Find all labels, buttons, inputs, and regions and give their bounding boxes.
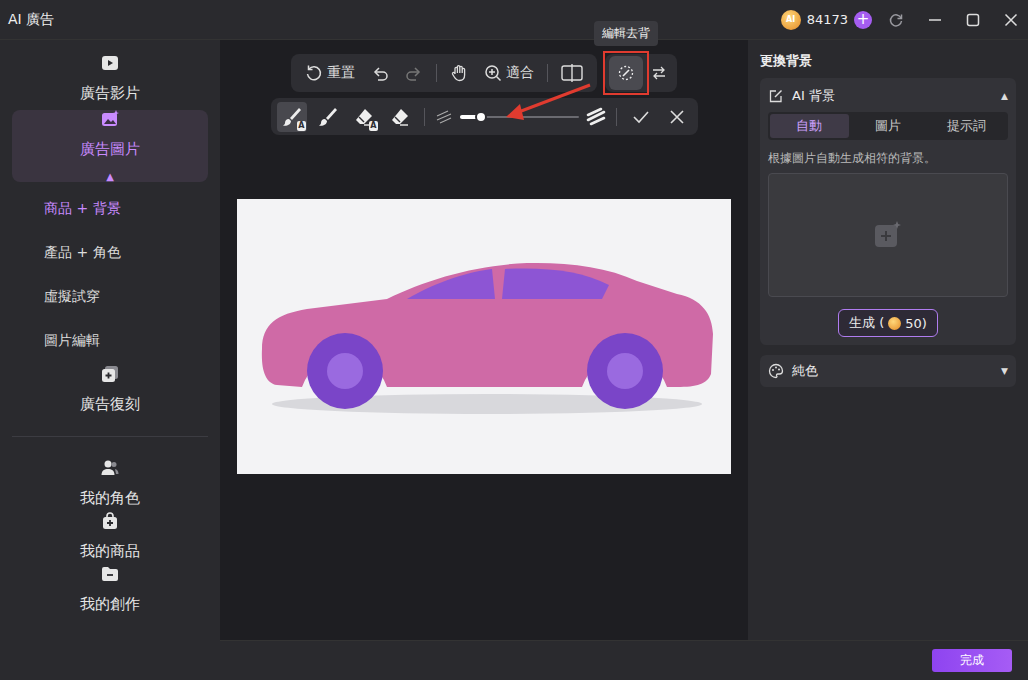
sidebar-item[interactable]: 我的商品 [12,512,208,561]
hand-icon [450,64,468,82]
tab-bar: 自動圖片提示詞 [768,112,1008,140]
annotation-arrow-icon [220,40,748,640]
title-bar: AI 廣告 AI 84173 + [0,0,1028,40]
eraser-tool[interactable]: A [349,102,379,132]
panel-title: 更換背景 [760,52,1016,70]
redo-button[interactable] [399,60,429,86]
sidebar-item[interactable]: 商品 + 背景 [12,189,208,229]
compare-button[interactable] [555,60,589,86]
image-icon [101,110,119,128]
solid-color-card[interactable]: 純色▼ [760,355,1016,387]
pan-button[interactable] [444,60,474,86]
swap-button[interactable] [645,61,673,85]
eraser-icon [389,106,411,128]
collapse-arrow[interactable]: ▲ [1001,91,1008,101]
window-title: AI 廣告 [8,11,54,29]
check-icon [632,108,650,126]
sidebar-item-label: 廣告影片 [80,84,140,103]
sidebar-item[interactable]: 廣告圖片 ▲ [12,110,208,182]
brush-toolbar: AA [271,98,698,135]
reset-icon [305,64,323,82]
ai-background-header[interactable]: AI 背景▲ [768,82,1008,110]
sidebar-item-label: 廣告圖片 [80,140,140,159]
redo-icon [405,64,423,82]
sidebar: 廣告影片廣告圖片 ▲ 商品 + 背景產品 + 角色虛擬試穿圖片編輯廣告復刻我的角色我… [0,40,220,680]
cutout-icon [617,64,635,82]
minimize-icon[interactable] [928,13,942,27]
bag-icon [101,512,119,530]
large-size-icon [585,107,607,127]
reset-button[interactable]: 重置 [299,60,361,86]
small-size-icon [434,108,454,126]
auto-badge: A [369,121,377,131]
edit-icon [768,88,784,104]
brush-tool[interactable]: A [277,102,307,132]
confirm-button[interactable] [626,102,656,132]
zoom-icon [484,64,502,82]
coin-icon: AI [781,10,801,30]
tooltip: 編輯去背 [594,21,658,46]
fit-button[interactable]: 適合 [478,60,540,86]
sidebar-item-label: 商品 + 背景 [44,200,194,218]
annotation-box [603,51,649,95]
brush-size-slider[interactable] [460,110,579,124]
sidebar-item-label: 我的角色 [80,489,140,508]
background-panel: 更換背景AI 背景▲自動圖片提示詞根據圖片自動生成相符的背景。生成 (50)純色… [748,40,1028,640]
view-toolbar: 重置 適合 [291,54,597,92]
sidebar-divider [12,436,208,437]
ai-background-card: AI 背景▲自動圖片提示詞根據圖片自動生成相符的背景。生成 (50) [760,78,1016,345]
credits-count: 84173 [807,12,848,27]
swap-icon [651,65,667,81]
sidebar-item-label: 虛擬試穿 [44,288,194,306]
description: 根據圖片自動生成相符的背景。 [768,150,1008,167]
generate-button[interactable]: 生成 (50) [838,309,938,337]
add-image-icon [873,220,903,250]
expand-arrow[interactable]: ▼ [1001,366,1008,376]
product-photo[interactable] [237,199,731,474]
tab[interactable]: 圖片 [849,114,928,138]
coin-icon [888,317,901,330]
add-credits-button[interactable]: + [854,11,872,29]
sidebar-item[interactable]: 廣告影片 [12,54,208,103]
user-icon [101,459,119,477]
sidebar-item-label: 廣告復刻 [80,395,140,414]
sidebar-item[interactable]: 我的創作 [12,565,208,614]
palette-icon [768,363,784,379]
sidebar-item[interactable]: 圖片編輯 [12,321,208,361]
slider-knob[interactable] [475,111,487,123]
brush-icon [317,106,339,128]
close-icon [669,109,685,125]
video-icon [101,54,119,72]
sidebar-item[interactable]: 廣告復刻 [12,365,208,414]
sidebar-item[interactable]: 我的角色 [12,459,208,508]
folder-icon [101,565,119,583]
cancel-button[interactable] [662,102,692,132]
tab[interactable]: 提示詞 [927,114,1006,138]
refresh-icon[interactable] [888,12,904,28]
undo-button[interactable] [365,60,395,86]
close-icon[interactable] [1004,13,1018,27]
compare-icon [561,64,583,82]
replicate-icon [101,365,119,383]
sidebar-item[interactable]: 虛擬試穿 [12,277,208,317]
auto-badge: A [297,121,305,131]
brush-tool[interactable] [313,102,343,132]
car-mask-icon [237,199,731,474]
sidebar-item-label: 我的商品 [80,542,140,561]
expand-arrow: ▲ [106,171,114,182]
footer-bar: 完成 [220,640,1028,680]
tab[interactable]: 自動 [770,114,849,138]
done-button[interactable]: 完成 [932,649,1012,672]
edit-cutout-button[interactable]: 編輯去背 [609,56,643,90]
sidebar-item-label: 我的創作 [80,595,140,614]
undo-icon [371,64,389,82]
sidebar-item-label: 產品 + 角色 [44,244,194,262]
eraser-tool[interactable] [385,102,415,132]
sidebar-item-label: 圖片編輯 [44,332,194,350]
sidebar-item[interactable]: 產品 + 角色 [12,233,208,273]
maximize-icon[interactable] [966,13,980,27]
canvas-area: 重置適合編輯去背AA [220,40,748,640]
upload-area[interactable] [768,173,1008,297]
app-window: AI 廣告 AI 84173 + 廣告影片廣告圖片 ▲ 商品 + 背景產品 + 角色虛擬試穿… [0,0,1028,680]
